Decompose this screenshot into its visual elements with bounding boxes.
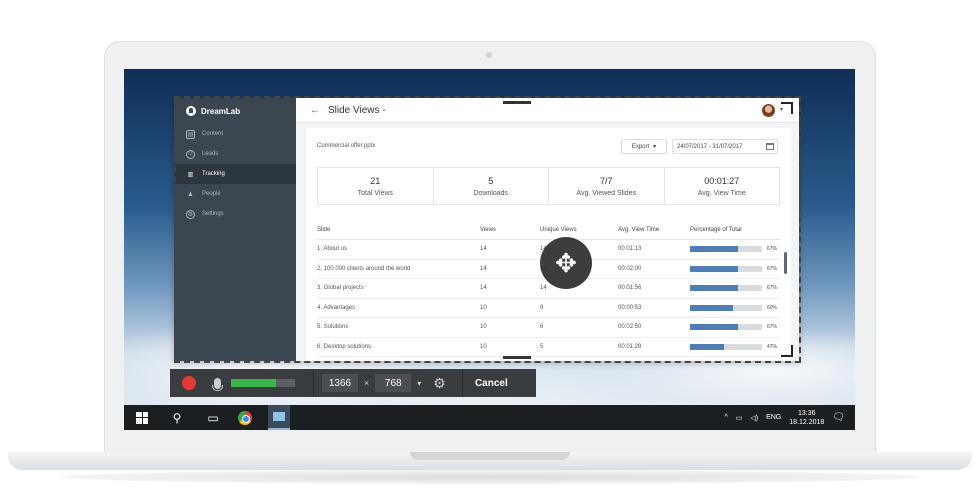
network-icon[interactable]: ▭ xyxy=(736,414,743,422)
recorder-toolbar: 1366 × 768 ▾ ⚙ Cancel xyxy=(170,369,536,397)
clock-date: 18.12.2018 xyxy=(789,418,825,426)
volume-icon[interactable]: ◁) xyxy=(750,414,758,422)
notifications-icon[interactable]: 🗨 xyxy=(832,412,845,423)
move-icon[interactable]: ✥ xyxy=(540,237,592,289)
language-indicator[interactable]: ENG xyxy=(766,414,781,421)
mic-level-meter xyxy=(231,379,295,387)
resize-handle-top[interactable] xyxy=(503,101,531,104)
clock[interactable]: 13:36 18.12.2018 xyxy=(789,409,824,427)
desktop-screen: DreamLab ▤ Content ☺ Leads ▥ Tracking ♟ … xyxy=(124,69,855,430)
laptop-shadow xyxy=(60,470,920,484)
chevron-up-icon[interactable]: ^ xyxy=(724,414,727,421)
times-sign: × xyxy=(364,378,370,388)
gear-icon[interactable]: ⚙ xyxy=(433,375,446,392)
task-view-icon[interactable]: ▭ xyxy=(206,411,220,425)
webcam xyxy=(486,52,492,58)
system-tray: ^ ▭ ◁) ENG 13:36 18.12.2018 🗨 xyxy=(724,405,845,430)
toolbar-divider xyxy=(313,369,314,397)
height-field[interactable]: 768 xyxy=(375,374,412,392)
microphone-icon[interactable] xyxy=(212,377,223,391)
resize-handle-bottom[interactable] xyxy=(503,356,531,359)
resize-handle-top-right[interactable] xyxy=(781,102,793,114)
record-button[interactable] xyxy=(182,376,196,390)
recorder-app-icon[interactable] xyxy=(268,405,290,430)
capture-region-frame[interactable]: ✥ xyxy=(174,96,801,363)
mic-level-fill xyxy=(231,379,276,387)
cancel-button[interactable]: Cancel xyxy=(461,369,520,397)
width-field[interactable]: 1366 xyxy=(322,374,358,392)
size-preset-chevron-icon[interactable]: ▾ xyxy=(417,379,421,388)
windows-start-icon[interactable] xyxy=(136,411,148,424)
clock-time: 13:36 xyxy=(798,409,816,417)
taskbar: ⚲ ▭ ^ ▭ ◁) ENG 13:36 18.12.2018 🗨 xyxy=(124,405,855,430)
chrome-icon[interactable] xyxy=(238,410,252,425)
search-icon[interactable]: ⚲ xyxy=(170,411,184,425)
resize-handle-bottom-right[interactable] xyxy=(781,345,793,357)
laptop-notch xyxy=(410,452,570,460)
